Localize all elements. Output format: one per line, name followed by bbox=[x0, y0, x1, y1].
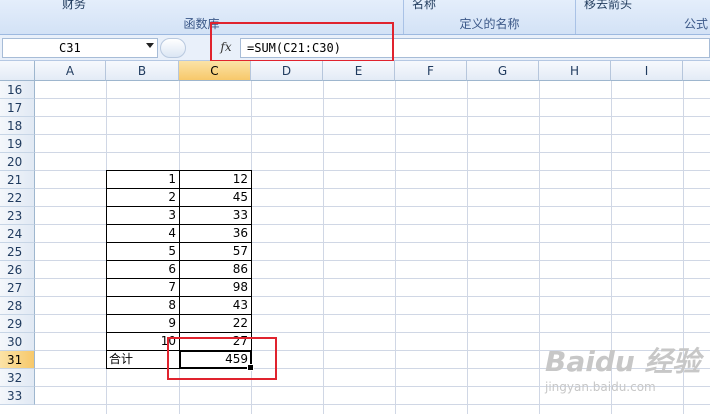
column-header-partial[interactable] bbox=[683, 61, 710, 81]
row-header-19[interactable]: 19 bbox=[0, 135, 35, 153]
cell-b24[interactable]: 4 bbox=[106, 224, 180, 243]
cell-b22[interactable]: 2 bbox=[106, 188, 180, 207]
row-header-21[interactable]: 21 bbox=[0, 171, 35, 189]
ribbon-name-button[interactable]: 名称 bbox=[412, 0, 436, 12]
cell-b27[interactable]: 7 bbox=[106, 278, 180, 297]
cell-b29[interactable]: 9 bbox=[106, 314, 180, 333]
grid-line bbox=[35, 134, 710, 135]
ribbon-group-label: 定义的名称 bbox=[459, 17, 520, 31]
row-header-22[interactable]: 22 bbox=[0, 189, 35, 207]
watermark: Baidu 经验 jingyan.baidu.com bbox=[525, 340, 705, 410]
cell-c23[interactable]: 33 bbox=[179, 206, 252, 225]
row-header-20[interactable]: 20 bbox=[0, 153, 35, 171]
row-header-31[interactable]: 31 bbox=[0, 351, 35, 369]
row-header-29[interactable]: 29 bbox=[0, 315, 35, 333]
row-header-33[interactable]: 33 bbox=[0, 387, 35, 405]
ribbon-group-label: 公式 bbox=[683, 17, 708, 31]
chevron-down-icon[interactable] bbox=[146, 43, 154, 48]
ribbon-finance-button[interactable]: 财务 bbox=[62, 0, 86, 12]
row-header-18[interactable]: 18 bbox=[0, 117, 35, 135]
grid-line bbox=[395, 81, 396, 414]
highlight-box-formula bbox=[210, 22, 394, 62]
grid-line bbox=[323, 81, 324, 414]
column-header-b[interactable]: B bbox=[106, 61, 179, 81]
column-header-a[interactable]: A bbox=[35, 61, 106, 81]
column-header-g[interactable]: G bbox=[467, 61, 539, 81]
cell-c26[interactable]: 86 bbox=[179, 260, 252, 279]
formula-bar-resize-handle[interactable] bbox=[160, 38, 186, 58]
row-header-23[interactable]: 23 bbox=[0, 207, 35, 225]
row-header-16[interactable]: 16 bbox=[0, 81, 35, 99]
column-header-f[interactable]: F bbox=[395, 61, 467, 81]
cell-c28[interactable]: 43 bbox=[179, 296, 252, 315]
select-all-button[interactable] bbox=[0, 61, 35, 81]
cell-c27[interactable]: 98 bbox=[179, 278, 252, 297]
watermark-logo: Baidu 经验 bbox=[545, 345, 701, 378]
grid-line bbox=[35, 116, 710, 117]
column-header-h[interactable]: H bbox=[539, 61, 611, 81]
cell-c21[interactable]: 12 bbox=[179, 170, 252, 189]
cell-b23[interactable]: 3 bbox=[106, 206, 180, 225]
ribbon-group-formula-auditing: 移去箭头 公式 bbox=[576, 0, 710, 34]
column-header-i[interactable]: I bbox=[611, 61, 683, 81]
cell-c25[interactable]: 57 bbox=[179, 242, 252, 261]
row-header-28[interactable]: 28 bbox=[0, 297, 35, 315]
watermark-url: jingyan.baidu.com bbox=[545, 380, 656, 394]
cell-b25[interactable]: 5 bbox=[106, 242, 180, 261]
grid-line bbox=[467, 81, 468, 414]
highlight-box-total bbox=[167, 337, 277, 380]
cell-c29[interactable]: 22 bbox=[179, 314, 252, 333]
cell-c22[interactable]: 45 bbox=[179, 188, 252, 207]
cell-b21[interactable]: 1 bbox=[106, 170, 180, 189]
row-header-32[interactable]: 32 bbox=[0, 369, 35, 387]
name-box[interactable]: C31 bbox=[2, 38, 158, 58]
row-header-25[interactable]: 25 bbox=[0, 243, 35, 261]
cell-b28[interactable]: 8 bbox=[106, 296, 180, 315]
cell-b26[interactable]: 6 bbox=[106, 260, 180, 279]
column-header-d[interactable]: D bbox=[251, 61, 323, 81]
grid-line bbox=[35, 98, 710, 99]
ribbon-remove-arrows-button[interactable]: 移去箭头 bbox=[584, 0, 632, 12]
cell-c24[interactable]: 36 bbox=[179, 224, 252, 243]
row-header-26[interactable]: 26 bbox=[0, 261, 35, 279]
column-header-e[interactable]: E bbox=[323, 61, 395, 81]
column-header-c[interactable]: C bbox=[179, 61, 251, 81]
row-header-27[interactable]: 27 bbox=[0, 279, 35, 297]
grid-line bbox=[35, 152, 710, 153]
row-header-30[interactable]: 30 bbox=[0, 333, 35, 351]
row-header-17[interactable]: 17 bbox=[0, 99, 35, 117]
ribbon-group-defined-names: 名称 定义的名称 bbox=[404, 0, 576, 34]
row-header-24[interactable]: 24 bbox=[0, 225, 35, 243]
